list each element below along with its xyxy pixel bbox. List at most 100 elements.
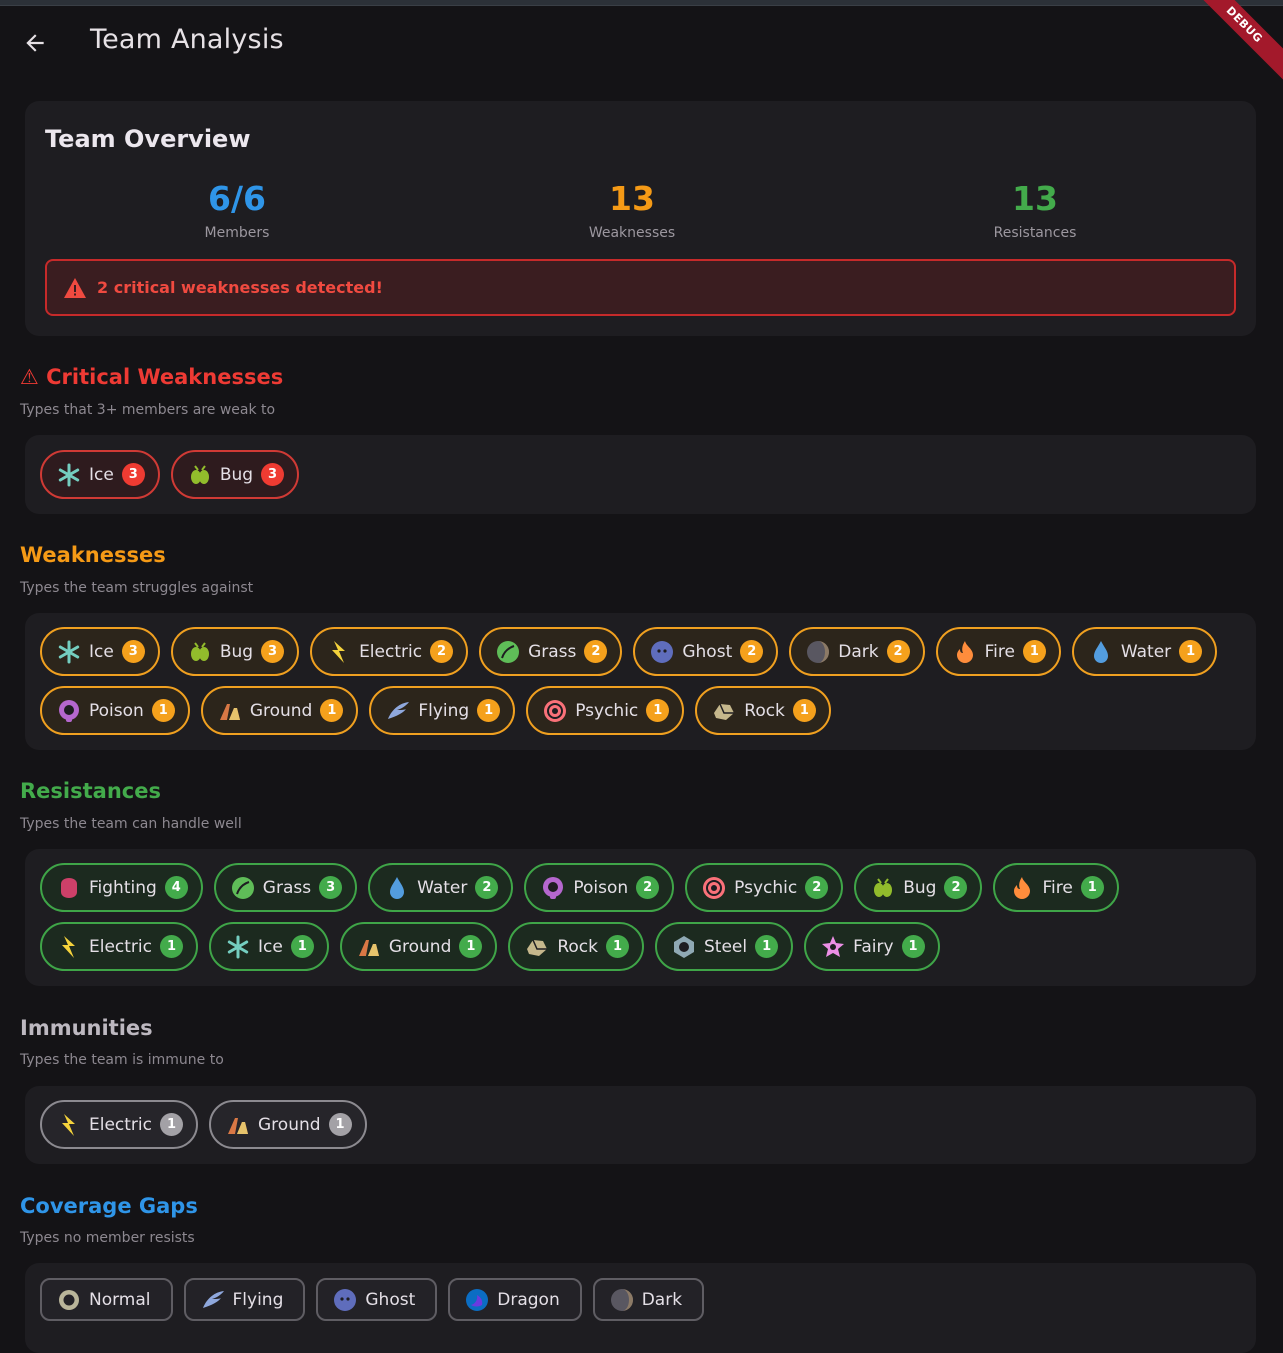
type-chip-poison[interactable]: Poison 1 bbox=[40, 686, 190, 735]
fire-icon bbox=[1009, 875, 1035, 901]
chip-row-gaps: Normal Flying Ghost Dragon Dark bbox=[40, 1278, 705, 1321]
type-chip-ground[interactable]: Ground 1 bbox=[200, 686, 359, 735]
count-badge: 3 bbox=[261, 640, 285, 663]
count-badge: 1 bbox=[755, 935, 779, 958]
type-chip-label: Poison bbox=[573, 877, 629, 898]
warning-icon bbox=[64, 277, 86, 298]
type-chip-ghost[interactable]: Ghost bbox=[316, 1278, 438, 1321]
bug-icon bbox=[187, 639, 213, 665]
type-chip-fire[interactable]: Fire 1 bbox=[935, 627, 1061, 676]
type-chip-poison[interactable]: Poison 2 bbox=[524, 863, 675, 912]
count-badge: 4 bbox=[164, 876, 188, 899]
rock-icon bbox=[711, 698, 737, 724]
chip-row-weaknesses-row2: Poison 1 Ground 1 Flying 1 Psychic 1 Rock 1 bbox=[40, 686, 831, 735]
count-badge: 1 bbox=[477, 699, 501, 722]
type-chip-label: Fire bbox=[1042, 877, 1073, 898]
type-chip-dark[interactable]: Dark bbox=[592, 1278, 705, 1321]
flying-icon bbox=[200, 1287, 226, 1313]
stat-weaknesses: 13 Weaknesses bbox=[502, 179, 762, 241]
critical-weaknesses-card: Ice 3 Bug 3 bbox=[25, 435, 1256, 514]
type-chip-ground[interactable]: Ground 1 bbox=[339, 922, 498, 971]
type-chip-fairy[interactable]: Fairy 1 bbox=[804, 922, 940, 971]
type-chip-label: Grass bbox=[528, 641, 577, 662]
type-chip-steel[interactable]: Steel 1 bbox=[655, 922, 794, 971]
ice-icon bbox=[56, 639, 82, 665]
type-chip-label: Bug bbox=[219, 641, 254, 662]
type-chip-grass[interactable]: Grass 3 bbox=[213, 863, 358, 912]
chip-row-immunities: Electric 1 Ground 1 bbox=[40, 1100, 367, 1149]
ghost-icon bbox=[332, 1287, 358, 1313]
type-chip-dragon[interactable]: Dragon bbox=[448, 1278, 582, 1321]
type-chip-electric[interactable]: Electric 2 bbox=[310, 627, 469, 676]
ghost-icon bbox=[649, 639, 675, 665]
dark-icon bbox=[609, 1287, 635, 1313]
type-chip-psychic[interactable]: Psychic 1 bbox=[526, 686, 685, 735]
type-chip-psychic[interactable]: Psychic 2 bbox=[685, 863, 844, 912]
type-chip-label: Ground bbox=[388, 936, 452, 957]
section-subtitle-immunities: Types the team is immune to bbox=[20, 1052, 224, 1068]
stat-members: 6/6 Members bbox=[107, 179, 367, 241]
type-chip-fighting[interactable]: Fighting 4 bbox=[40, 863, 203, 912]
type-chip-bug[interactable]: Bug 2 bbox=[854, 863, 983, 912]
type-chip-rock[interactable]: Rock 1 bbox=[508, 922, 644, 971]
type-chip-label: Poison bbox=[89, 700, 144, 721]
type-chip-bug[interactable]: Bug 3 bbox=[170, 627, 300, 676]
ice-icon bbox=[56, 462, 82, 488]
immunities-card: Electric 1 Ground 1 bbox=[25, 1086, 1256, 1164]
count-badge: 2 bbox=[430, 640, 454, 663]
count-badge: 2 bbox=[805, 876, 829, 899]
count-badge: 1 bbox=[1022, 640, 1046, 663]
type-chip-bug[interactable]: Bug 3 bbox=[170, 450, 300, 499]
ice-icon bbox=[225, 934, 251, 960]
type-chip-ice[interactable]: Ice 1 bbox=[209, 922, 329, 971]
type-chip-normal[interactable]: Normal bbox=[40, 1278, 173, 1321]
type-chip-flying[interactable]: Flying 1 bbox=[369, 686, 516, 735]
type-chip-label: Ghost bbox=[365, 1289, 416, 1310]
section-title-weaknesses: Weaknesses bbox=[20, 543, 166, 567]
grass-icon bbox=[230, 875, 256, 901]
type-chip-water[interactable]: Water 1 bbox=[1071, 627, 1218, 676]
type-chip-ghost[interactable]: Ghost 2 bbox=[633, 627, 779, 676]
count-badge: 1 bbox=[1080, 876, 1104, 899]
type-chip-ground[interactable]: Ground 1 bbox=[209, 1100, 367, 1149]
stat-resistances-label: Resistances bbox=[993, 225, 1077, 241]
ground-icon bbox=[225, 1112, 251, 1138]
type-chip-ice[interactable]: Ice 3 bbox=[40, 450, 160, 499]
type-chip-dark[interactable]: Dark 2 bbox=[789, 627, 925, 676]
section-title-critical: ⚠ Critical Weaknesses bbox=[20, 365, 284, 389]
poison-icon bbox=[540, 875, 566, 901]
section-title-gaps: Coverage Gaps bbox=[20, 1194, 198, 1218]
type-chip-label: Ground bbox=[249, 700, 313, 721]
count-badge: 2 bbox=[636, 876, 660, 899]
type-chip-label: Fairy bbox=[853, 936, 894, 957]
type-chip-fire[interactable]: Fire 1 bbox=[993, 863, 1119, 912]
type-chip-electric[interactable]: Electric 1 bbox=[40, 922, 198, 971]
stat-weaknesses-value: 13 bbox=[609, 179, 655, 218]
type-chip-label: Rock bbox=[744, 700, 785, 721]
type-chip-label: Ghost bbox=[682, 641, 733, 662]
alert-text: 2 critical weaknesses detected! bbox=[97, 278, 383, 297]
app-bar: Team Analysis bbox=[0, 6, 1283, 78]
psychic-icon bbox=[542, 698, 568, 724]
count-badge: 1 bbox=[901, 935, 925, 958]
count-badge: 1 bbox=[290, 935, 314, 958]
type-chip-electric[interactable]: Electric 1 bbox=[40, 1100, 198, 1149]
stat-resistances-value: 13 bbox=[1012, 179, 1058, 218]
normal-icon bbox=[56, 1287, 82, 1313]
count-badge: 1 bbox=[320, 699, 344, 722]
type-chip-label: Psychic bbox=[575, 700, 639, 721]
chip-row-resistances-row1: Fighting 4 Grass 3 Water 2 Poison 2 Psychic 2 Bug 2… bbox=[40, 863, 1119, 912]
type-chip-rock[interactable]: Rock 1 bbox=[695, 686, 831, 735]
type-chip-flying[interactable]: Flying bbox=[183, 1278, 306, 1321]
chip-row-weaknesses-row1: Ice 3 Bug 3 Electric 2 Grass 2 Ghost 2 Dark 2 Fire 1 W… bbox=[40, 627, 1218, 676]
type-chip-water[interactable]: Water 2 bbox=[368, 863, 514, 912]
type-chip-label: Flying bbox=[418, 700, 470, 721]
electric-icon bbox=[56, 1112, 82, 1138]
type-chip-grass[interactable]: Grass 2 bbox=[479, 627, 623, 676]
type-chip-ice[interactable]: Ice 3 bbox=[40, 627, 160, 676]
team-overview-card: Team Overview 6/6 Members 13 Weaknesses … bbox=[25, 101, 1256, 336]
grass-icon bbox=[495, 639, 521, 665]
stat-resistances: 13 Resistances bbox=[905, 179, 1165, 241]
back-button[interactable] bbox=[18, 26, 52, 60]
count-badge: 3 bbox=[121, 463, 145, 486]
